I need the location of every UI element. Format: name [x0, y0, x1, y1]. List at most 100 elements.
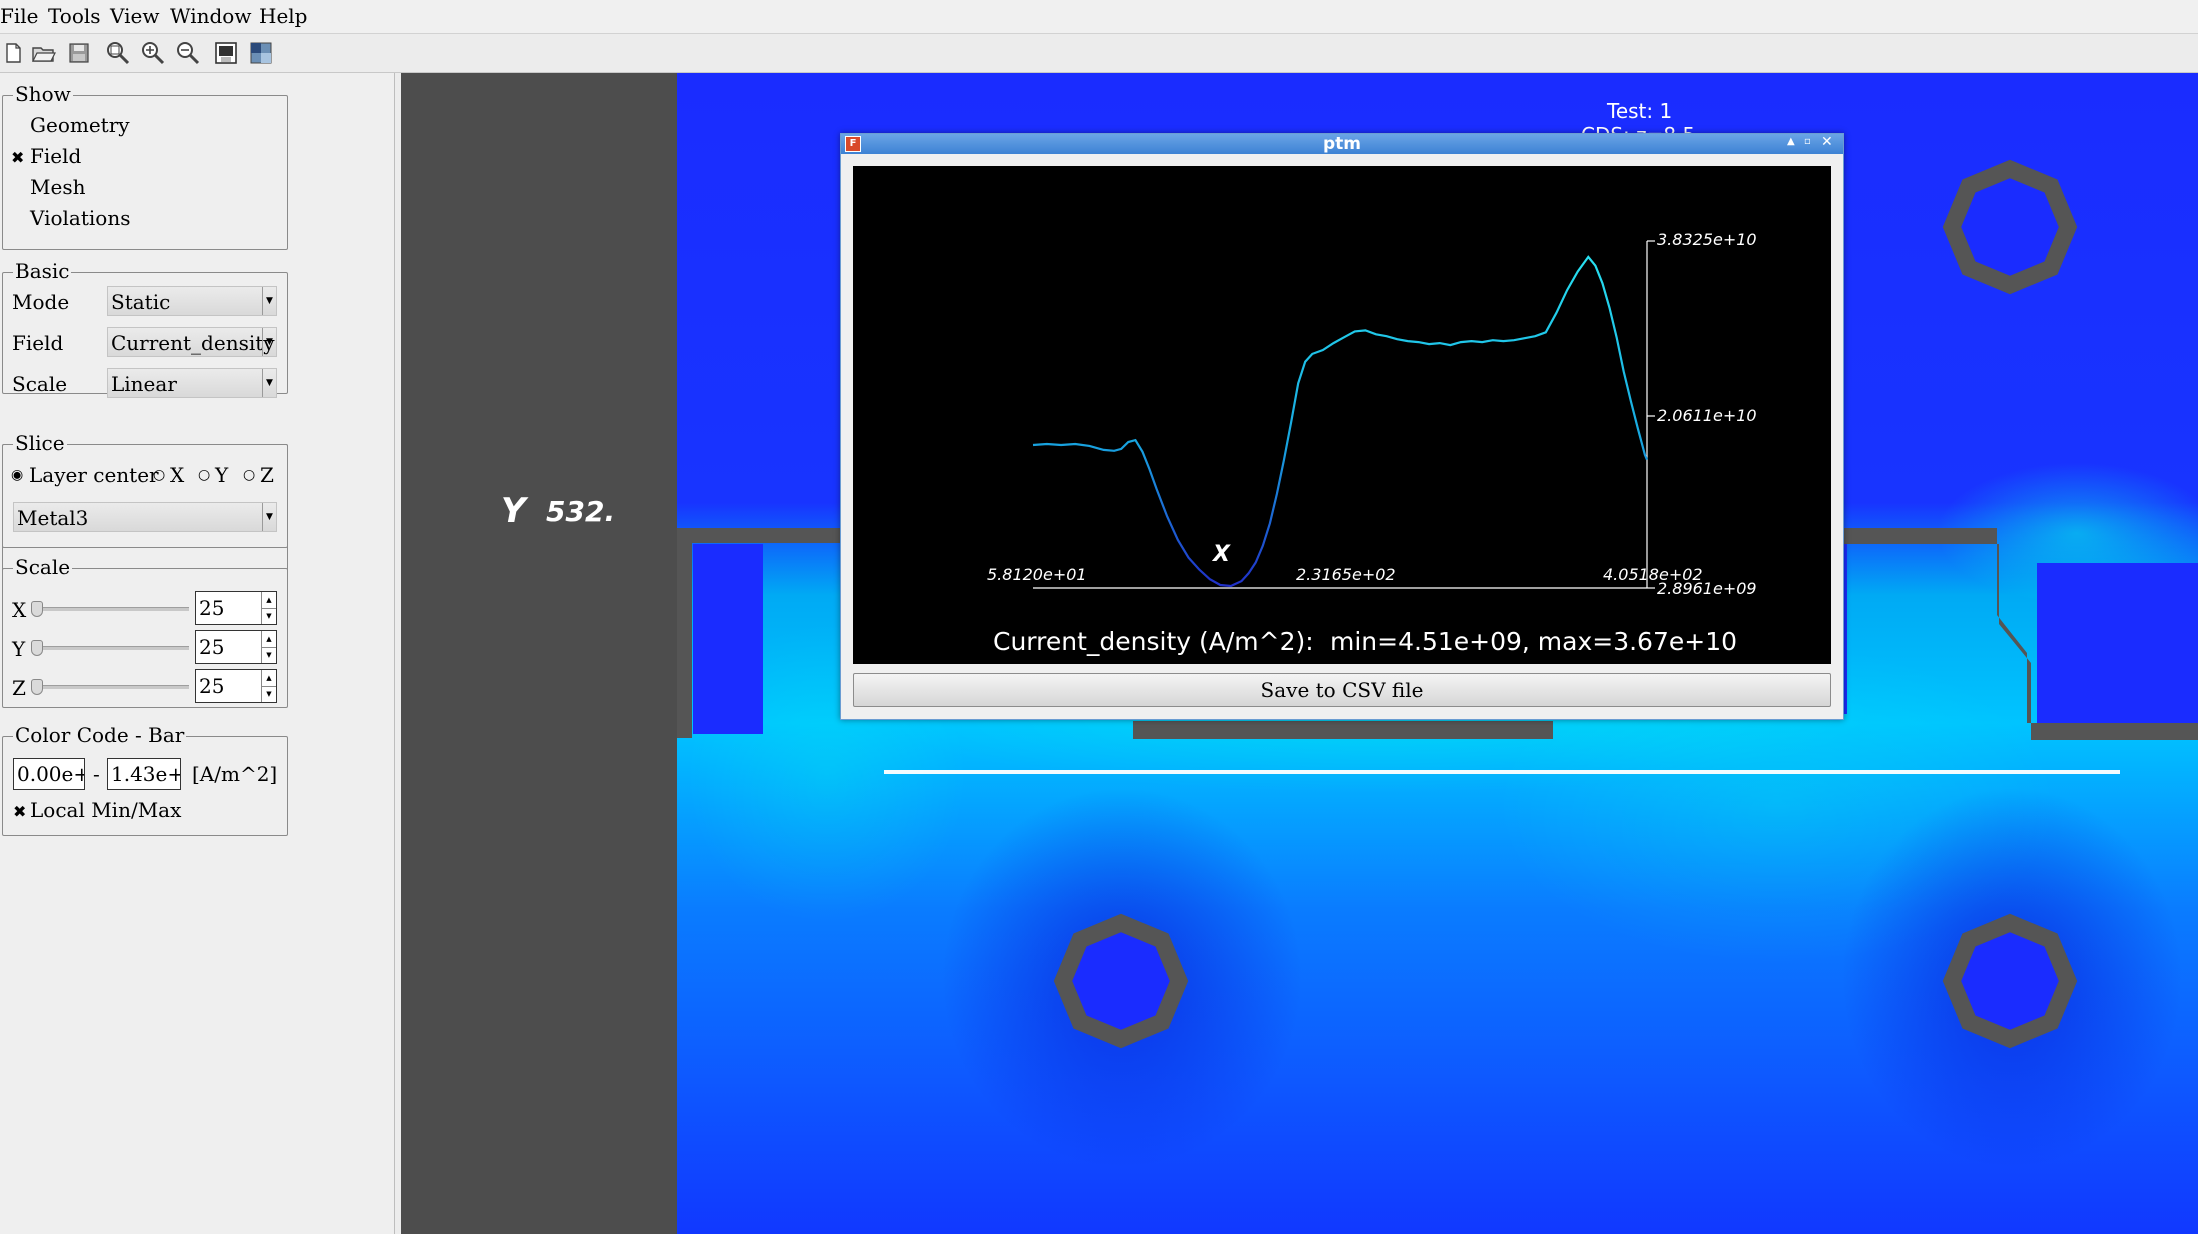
layer-select[interactable]: Metal3 ▼ — [13, 502, 277, 532]
mesh-label: Mesh — [30, 175, 86, 199]
scale-y-label: Y — [12, 637, 26, 661]
spin-up-icon[interactable]: ▲ — [261, 592, 276, 609]
menu-file[interactable]: File — [0, 4, 39, 28]
field-select[interactable]: Current_density ▼ — [107, 327, 277, 357]
save-csv-button[interactable]: Save to CSV file — [853, 673, 1831, 707]
scale-x-label: X — [12, 598, 27, 622]
screenshot-icon[interactable] — [213, 40, 239, 66]
open-folder-icon[interactable] — [31, 40, 57, 66]
scale-group: Scale X 25 ▲ ▼ Y 25 ▲ ▼ Z 25 ▲ ▼ — [2, 555, 288, 708]
slice-group-box: Slice ◉ Layer center ○ X ○ Y ○ Z Metal3 … — [2, 431, 288, 548]
scale-y-value: 25 — [199, 635, 225, 659]
color-bar-group: Color Code - Bar 0.00e+ - 1.43e+ [A/m^2]… — [2, 723, 288, 836]
spin-up-icon[interactable]: ▲ — [261, 670, 276, 687]
x-axis-title: X — [1213, 542, 1230, 567]
y-radio-label: Y — [215, 463, 229, 487]
chevron-down-icon: ▼ — [262, 503, 276, 531]
color-min-input[interactable]: 0.00e+ — [13, 758, 85, 790]
y-tick-label: 3.8325e+10 — [1657, 230, 1757, 249]
slice-group-title: Slice — [13, 431, 67, 455]
menu-help[interactable]: Help — [259, 4, 307, 28]
field-label: Field — [30, 144, 82, 168]
color-map-icon[interactable] — [248, 40, 274, 66]
scale-x-slider[interactable] — [33, 607, 189, 611]
dialog-titlebar[interactable]: F ptm ▲ ▫ ✕ — [841, 134, 1843, 154]
scale-x-spinbox[interactable]: 25 ▲ ▼ — [195, 591, 277, 625]
chevron-down-icon: ▼ — [262, 369, 276, 397]
local-minmax-label: Local Min/Max — [30, 798, 182, 822]
series-line — [1032, 255, 1649, 588]
scale-value: Linear — [111, 372, 177, 396]
menu-tools[interactable]: Tools — [48, 4, 101, 28]
range-dash: - — [93, 762, 100, 786]
y-tick-label: 2.0611e+10 — [1657, 406, 1757, 425]
y-coordinate: 532. — [546, 495, 616, 528]
show-group-title: Show — [13, 82, 73, 106]
zoom-out-icon[interactable] — [175, 40, 201, 66]
menu-window[interactable]: Window — [170, 4, 251, 28]
menu-bar: File Tools View Window Help — [0, 0, 2198, 34]
scale-z-spinbox[interactable]: 25 ▲ ▼ — [195, 669, 277, 703]
y-axis-label: Y — [501, 491, 526, 531]
mode-select[interactable]: Static ▼ — [107, 286, 277, 316]
field-checkbox[interactable]: ✖ — [11, 148, 24, 167]
x-tick-label: 2.3165e+02 — [1296, 565, 1396, 584]
layer-center-radio[interactable]: ◉ — [11, 467, 23, 483]
z-radio[interactable]: ○ — [243, 467, 255, 483]
view-margin: Y 532. — [401, 73, 677, 1234]
basic-group: Basic Mode Static ▼ Field Current_densit… — [2, 259, 288, 398]
scale-z-label: Z — [12, 676, 26, 700]
scale-z-slider[interactable] — [33, 685, 189, 689]
scale-group-title: Scale — [13, 555, 73, 579]
line-plot: X 5.8120e+01 2.3165e+02 4.0518e+02 3.832… — [853, 166, 1831, 664]
layer-center-label: Layer center — [29, 463, 159, 487]
scale-x-slider-handle[interactable] — [31, 601, 43, 617]
scale-x-value: 25 — [199, 596, 225, 620]
layer-value: Metal3 — [17, 506, 89, 530]
field-value: Current_density — [111, 331, 275, 355]
scale-y-slider[interactable] — [33, 646, 189, 650]
ptm-dialog: F ptm ▲ ▫ ✕ X 5.8120e+01 2.3165e+02 4.05… — [840, 133, 1844, 720]
zoom-fit-icon[interactable] — [105, 40, 131, 66]
maximize-icon[interactable]: ▫ — [1804, 136, 1811, 147]
chevron-down-icon: ▼ — [262, 287, 276, 315]
y-radio[interactable]: ○ — [198, 467, 210, 483]
scale-z-slider-handle[interactable] — [31, 679, 43, 695]
mode-value: Static — [111, 290, 171, 314]
close-icon[interactable]: ✕ — [1821, 134, 1833, 150]
zoom-in-icon[interactable] — [140, 40, 166, 66]
violations-label: Violations — [30, 206, 131, 230]
spin-down-icon[interactable]: ▼ — [261, 647, 276, 663]
plot-caption-field: Current_density (A/m^2): — [993, 627, 1314, 656]
chevron-down-icon: ▼ — [262, 328, 276, 356]
test-label: Test: 1 — [1607, 99, 1673, 123]
mode-label: Mode — [12, 290, 70, 314]
spin-down-icon[interactable]: ▼ — [261, 608, 276, 624]
basic-group-title: Basic — [13, 259, 72, 283]
scale-select-label: Scale — [12, 372, 68, 396]
dialog-title: ptm — [1322, 134, 1361, 154]
x-tick-label: 5.8120e+01 — [987, 565, 1087, 584]
spin-up-icon[interactable]: ▲ — [261, 631, 276, 648]
scale-z-value: 25 — [199, 674, 225, 698]
new-file-icon[interactable] — [0, 40, 26, 66]
z-radio-label: Z — [260, 463, 274, 487]
x-radio[interactable]: ○ — [153, 467, 165, 483]
plot-caption-stats: min=4.51e+09, max=3.67e+10 — [1330, 627, 1738, 656]
geometry-label: Geometry — [30, 113, 130, 137]
y-tick-label: 2.8961e+09 — [1657, 579, 1757, 598]
save-csv-label: Save to CSV file — [1260, 678, 1424, 702]
toolbar — [0, 34, 2198, 73]
spin-down-icon[interactable]: ▼ — [261, 686, 276, 702]
scale-y-slider-handle[interactable] — [31, 640, 43, 656]
scale-select[interactable]: Linear ▼ — [107, 368, 277, 398]
color-max-input[interactable]: 1.43e+ — [107, 758, 181, 790]
color-bar-group-title: Color Code - Bar — [13, 723, 187, 747]
save-icon[interactable] — [66, 40, 92, 66]
pin-icon[interactable]: ▲ — [1787, 136, 1795, 147]
x-radio-label: X — [170, 463, 185, 487]
menu-view[interactable]: View — [110, 4, 159, 28]
unit-label: [A/m^2] — [192, 762, 278, 786]
scale-y-spinbox[interactable]: 25 ▲ ▼ — [195, 630, 277, 664]
local-minmax-checkbox[interactable]: ✖ — [13, 802, 26, 821]
